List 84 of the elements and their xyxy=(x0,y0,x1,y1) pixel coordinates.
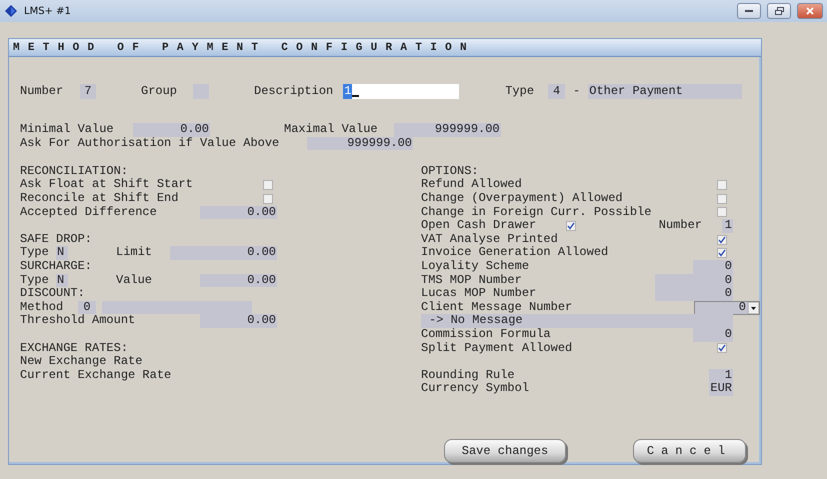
field-label: Client Message Number xyxy=(421,300,572,314)
amount-field[interactable]: 0.00 xyxy=(200,314,277,328)
amount-field[interactable]: 0.00 xyxy=(200,206,277,220)
field-label: Limit xyxy=(116,246,152,260)
maximal-value-field[interactable]: 999999.00 xyxy=(394,123,501,137)
field-label: Current Exchange Rate xyxy=(20,368,172,382)
field-label: Description xyxy=(254,84,334,99)
field-label: DISCOUNT: xyxy=(20,287,85,301)
value-field[interactable]: 0 xyxy=(693,260,733,274)
method-code-field[interactable]: 0 xyxy=(78,300,96,314)
field-label: Reconcile at Shift End xyxy=(20,192,178,206)
type-field[interactable]: N xyxy=(56,274,68,288)
field-label: Lucas MOP Number xyxy=(421,287,536,301)
field-label: Number xyxy=(20,84,64,99)
value-field[interactable]: EUR xyxy=(709,382,733,396)
field-label: Commission Formula xyxy=(421,328,551,342)
field-label: OPTIONS: xyxy=(421,164,479,178)
field-label: RECONCILIATION: xyxy=(20,164,128,178)
checkbox[interactable] xyxy=(566,220,576,231)
restore-icon xyxy=(774,7,784,15)
field-label: Currency Symbol xyxy=(421,382,530,396)
field-label: SURCHARGE: xyxy=(20,260,92,274)
number-field[interactable]: 7 xyxy=(80,84,96,99)
save-button[interactable]: Save changes xyxy=(444,439,566,463)
checkbox[interactable] xyxy=(717,180,727,190)
checkbox[interactable] xyxy=(717,207,727,218)
field-label: Value xyxy=(116,274,152,288)
value-field[interactable]: 0 xyxy=(655,274,733,288)
field-label: Rounding Rule xyxy=(421,368,515,382)
field-label: Number xyxy=(658,219,702,233)
checkbox[interactable] xyxy=(717,194,727,204)
field-label: SAFE DROP: xyxy=(20,232,92,246)
field-label: Threshold Amount xyxy=(20,314,136,328)
window-title: LMS+ #1 xyxy=(24,6,72,16)
type-code-field[interactable]: 4 xyxy=(548,84,566,99)
number-field[interactable]: 1 xyxy=(722,219,733,233)
close-icon xyxy=(806,7,814,15)
field-label: Group xyxy=(141,84,178,99)
checkbox[interactable] xyxy=(717,234,727,245)
value-field[interactable]: 0 xyxy=(693,328,733,342)
checkbox[interactable] xyxy=(263,180,273,190)
description-input[interactable]: 1 xyxy=(343,84,460,99)
field-label: Method xyxy=(20,300,64,314)
type-name-field: Other Payment xyxy=(588,84,742,99)
amount-field[interactable]: 0.00 xyxy=(200,274,277,288)
message-number-dropdown[interactable]: 0 xyxy=(694,300,760,315)
field-label: Invoice Generation Allowed xyxy=(421,246,608,260)
field-label: Ask Float at Shift Start xyxy=(20,178,193,192)
value-field[interactable]: 1 xyxy=(709,368,733,382)
field-label: New Exchange Rate xyxy=(20,355,142,369)
amount-field[interactable]: 0.00 xyxy=(170,246,277,260)
cancel-button[interactable]: Cancel xyxy=(633,439,746,463)
field-label: Type xyxy=(20,246,50,260)
field-label: Change in Foreign Curr. Possible xyxy=(421,206,652,219)
field-label: Accepted Difference xyxy=(20,206,157,220)
field-label: EXCHANGE RATES: xyxy=(20,342,128,355)
field-label: Type xyxy=(505,84,534,99)
field-label: TMS MOP Number xyxy=(421,274,522,287)
restore-button[interactable] xyxy=(767,3,791,19)
type-field[interactable]: N xyxy=(56,246,68,260)
field-label: Minimal Value xyxy=(20,123,115,137)
value-field[interactable]: 0 xyxy=(655,287,733,301)
checkbox[interactable] xyxy=(263,194,273,204)
field-label: Loyality Scheme xyxy=(421,260,530,274)
minimal-value-field[interactable]: 0.00 xyxy=(133,123,210,137)
checkbox[interactable] xyxy=(717,248,727,258)
checkbox[interactable] xyxy=(717,343,727,354)
message-field: -> No Message xyxy=(421,314,733,328)
field-label: Ask For Authorisation if Value Above xyxy=(20,136,280,150)
field-label: Maximal Value xyxy=(284,123,378,137)
minimize-button[interactable] xyxy=(737,3,761,19)
separator-text: - xyxy=(573,84,580,99)
field-label: Open Cash Drawer xyxy=(421,219,538,233)
authorisation-value-field[interactable]: 999999.00 xyxy=(307,136,413,150)
close-button[interactable] xyxy=(797,3,823,19)
field-label: VAT Analyse Printed xyxy=(421,232,558,246)
field-label: Type xyxy=(20,274,50,288)
field-label: Change (Overpayment) Allowed xyxy=(421,192,623,206)
field-label: Refund Allowed xyxy=(421,178,522,192)
app-logo-icon xyxy=(4,4,18,18)
dropdown-arrow-icon xyxy=(748,302,759,314)
form-title: METHOD OF PAYMENT CONFIGURATION xyxy=(9,39,761,57)
minimize-icon xyxy=(745,10,753,12)
field-label: Split Payment Allowed xyxy=(421,342,572,356)
